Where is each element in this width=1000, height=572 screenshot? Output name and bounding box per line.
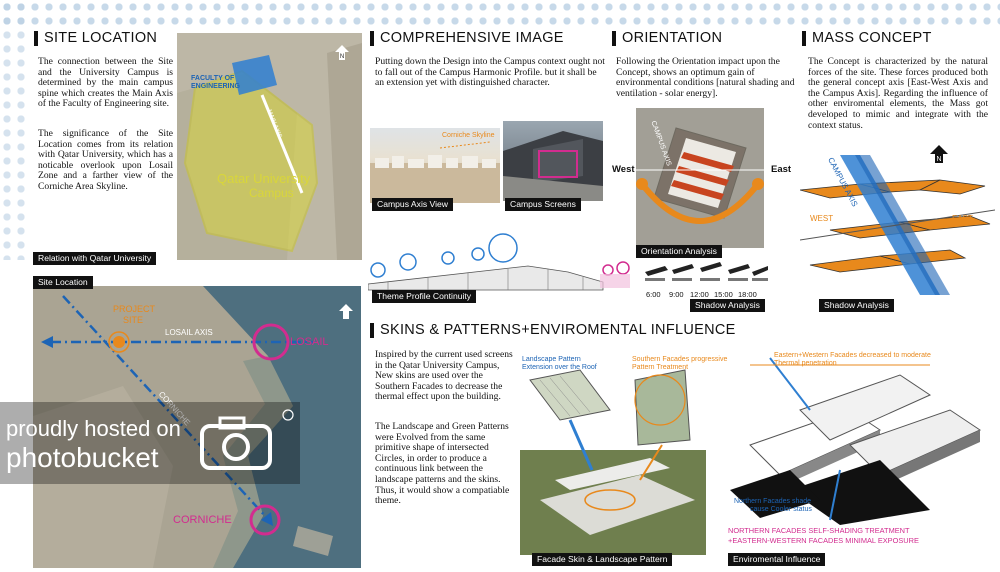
bottom-note-line2: +EASTERN-WESTERN FACADES MINIMAL EXPOSUR… xyxy=(728,536,919,545)
southern-note-line2: Pattern Treatment xyxy=(632,364,689,371)
registered-icon xyxy=(282,408,294,421)
site-location-paragraph-1: The connection between the Site and the … xyxy=(38,56,173,110)
losail-label: LOSAIL xyxy=(290,336,329,348)
landscape-note-line1: Landscape Pattern xyxy=(522,356,581,363)
svg-text:N: N xyxy=(340,54,344,60)
site-location-paragraph-2: The significance of the Site Location co… xyxy=(38,128,173,192)
camera-icon xyxy=(200,414,272,470)
comprehensive-image-paragraph: Putting down the Design into the Campus … xyxy=(375,56,605,89)
campus-label-line2: Campus xyxy=(249,186,294,200)
orientation-analysis-diagram: CAMPUS AXIS xyxy=(636,108,764,248)
landscape-note-line2: Extension over the Roof xyxy=(522,364,597,371)
site-location-title: SITE LOCATION xyxy=(34,31,157,46)
qatar-university-map: FACULTY OF ENGINEERING MAIN AXIS Qatar U… xyxy=(177,33,362,260)
left-dot-band xyxy=(0,0,26,260)
comprehensive-image-title: COMPREHENSIVE IMAGE xyxy=(370,31,564,46)
skins-paragraph-2: The Landscape and Green Patterns were Ev… xyxy=(375,421,510,507)
southern-note-line1: Southern Facades progressive xyxy=(632,356,728,363)
mass-concept-paragraph: The Concept is characterized by the natu… xyxy=(808,56,988,131)
photobucket-watermark: proudly hosted on photobucket xyxy=(0,402,300,484)
losail-axis-label: LOSAIL AXIS xyxy=(165,328,213,337)
top-dot-band xyxy=(0,0,1000,26)
watermark-line2: photobucket xyxy=(6,442,159,473)
north-note-line1: Northern Facades shade xyxy=(734,498,812,505)
theme-profile-drawing xyxy=(367,232,636,294)
facade-skin-illustration: Landscape Pattern Extension over the Roo… xyxy=(520,350,727,555)
shadow-time-4: 18:00 xyxy=(738,290,757,299)
mass-north-icon: N xyxy=(930,145,948,163)
svg-text:N: N xyxy=(936,156,941,163)
mass-shadow-caption: Shadow Analysis xyxy=(819,299,894,312)
north-note-line2: cause Cooler status xyxy=(750,506,812,513)
skins-title: SKINS & PATTERNS+ENVIROMENTAL INFLUENCE xyxy=(370,323,736,338)
orientation-west-label: West xyxy=(612,164,635,175)
env-influence-caption: Enviromental Influence xyxy=(728,553,826,566)
campus-axis-caption: Campus Axis View xyxy=(372,198,454,211)
mass-west-label: WEST xyxy=(810,214,834,223)
relation-caption: Relation with Qatar University xyxy=(33,252,157,265)
project-site-label-line1: PROJECT xyxy=(113,304,156,314)
mass-concept-title: MASS CONCEPT xyxy=(802,31,932,46)
bottom-note-line1: NORTHERN FACADES SELF-SHADING TREATMENT xyxy=(728,526,910,535)
campus-label-line1: Qatar University xyxy=(217,171,311,186)
orientation-shadow-caption: Shadow Analysis xyxy=(690,299,765,312)
project-site-label-line2: SITE xyxy=(123,315,144,325)
north-arrow-icon: N xyxy=(335,45,349,61)
shadow-strips xyxy=(640,262,770,288)
campus-screens-photo xyxy=(503,121,603,201)
orientation-paragraph: Following the Orientation impact upon th… xyxy=(616,56,795,99)
campus-axis-photo: Corniche Skyline xyxy=(370,128,500,203)
mass-east-label: EAST xyxy=(952,214,973,223)
shadow-time-0: 6:00 xyxy=(646,290,661,299)
shadow-time-3: 15:00 xyxy=(714,290,733,299)
watermark-line1: proudly hosted on xyxy=(6,416,181,441)
site-location-caption: Site Location xyxy=(33,276,93,289)
orientation-east-label: East xyxy=(771,164,792,175)
corniche-skyline-label: Corniche Skyline xyxy=(442,132,495,139)
faculty-label: FACULTY OF ENGINEERING xyxy=(191,75,241,90)
ew-note-line1: Eastern+Western Facades decreased to mod… xyxy=(774,352,931,359)
corniche-label: CORNICHE xyxy=(173,514,232,526)
ew-note-line2: Thermal penetration xyxy=(774,360,837,367)
shadow-time-2: 12:00 xyxy=(690,290,709,299)
facade-skin-caption: Facade Skin & Landscape Pattern xyxy=(532,553,673,566)
environmental-influence-illustration: Eastern+Western Facades decreased to mod… xyxy=(730,350,998,525)
orientation-analysis-caption: Orientation Analysis xyxy=(636,245,722,258)
orientation-title: ORIENTATION xyxy=(612,31,722,46)
shadow-time-1: 9:00 xyxy=(669,290,684,299)
skins-paragraph-1: Inspired by the current used screens in … xyxy=(375,349,513,403)
theme-profile-caption: Theme Profile Continuity xyxy=(372,290,477,303)
campus-screens-caption: Campus Screens xyxy=(505,198,581,211)
north-arrow-icon-2 xyxy=(339,304,353,320)
mass-concept-diagram: CAMPUS AXIS WEST EAST xyxy=(799,150,996,300)
